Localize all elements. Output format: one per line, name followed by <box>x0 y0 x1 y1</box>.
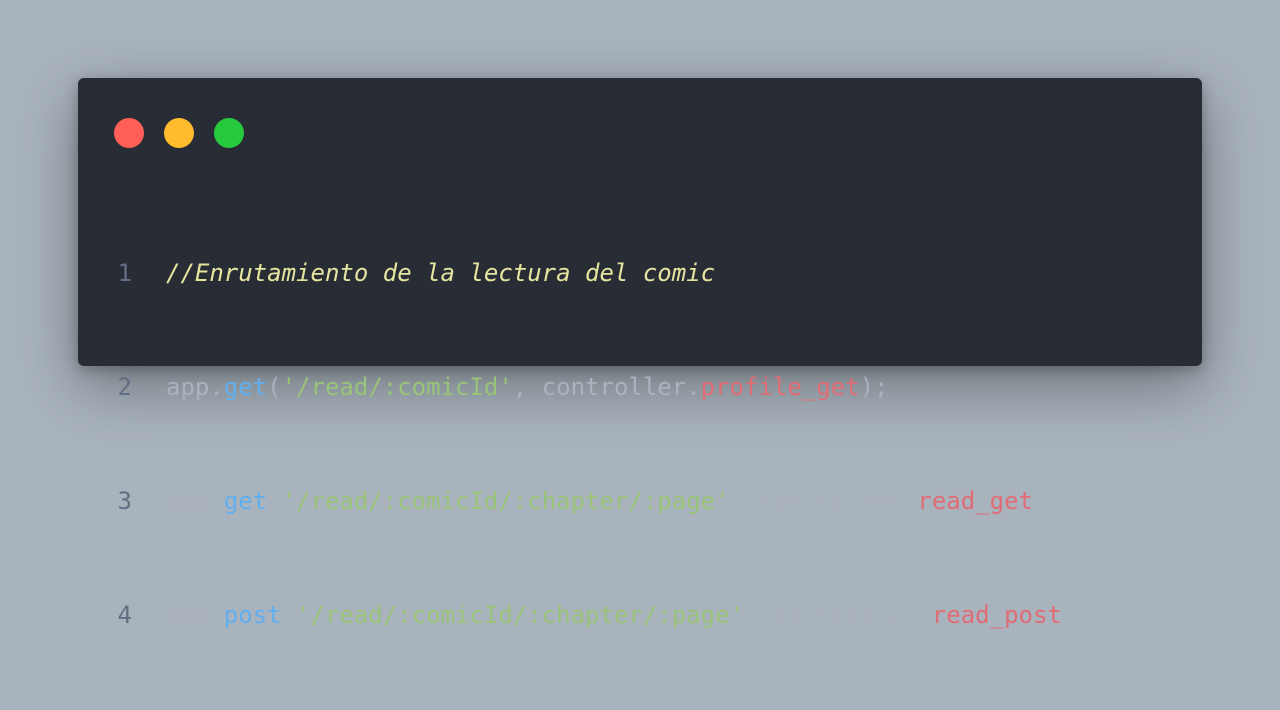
code-window: 1 //Enrutamiento de la lectura del comic… <box>78 78 1202 629</box>
code-string: '/read/:comicId' <box>281 373 513 401</box>
code-line: 3 app. get('/read/:comicId/:chapter/:page… <box>114 482 1091 520</box>
code-object: app. <box>166 487 224 515</box>
code-line: 2 app. get('/read/:comicId', controller. p… <box>114 368 1091 406</box>
code-punctuation: ); <box>859 373 889 401</box>
code-property: profile_get <box>700 373 860 401</box>
code-punctuation: ( <box>267 487 282 515</box>
code-punctuation: ); <box>1032 487 1062 515</box>
minimize-dot-icon[interactable] <box>164 118 194 148</box>
code-line: 1 //Enrutamiento de la lectura del comic <box>114 254 1091 292</box>
code-method: get <box>223 487 268 515</box>
code-object: , controller. <box>512 373 701 401</box>
line-number: 4 <box>117 601 132 629</box>
maximize-dot-icon[interactable] <box>214 118 244 148</box>
line-number: 3 <box>117 487 132 515</box>
code-object: app. <box>166 601 224 629</box>
code-method: get <box>223 373 268 401</box>
close-dot-icon[interactable] <box>114 118 144 148</box>
code-method: post <box>223 601 282 629</box>
code-property: read_get <box>917 487 1033 515</box>
code-block: 1 //Enrutamiento de la lectura del comic… <box>114 178 1091 710</box>
code-string: '/read/:comicId/:chapter/:page' <box>296 601 744 629</box>
code-line: 4 app. post('/read/:comicId/:chapter/:pag… <box>114 596 1091 634</box>
line-number: 2 <box>117 373 132 401</box>
code-object: , controller. <box>743 601 932 629</box>
code-property: read_post <box>931 601 1062 629</box>
code-string: '/read/:comicId/:chapter/:page' <box>281 487 730 515</box>
code-comment: //Enrutamiento de la lectura del comic <box>166 259 716 287</box>
line-number: 1 <box>117 259 132 287</box>
code-punctuation: ( <box>281 601 297 629</box>
code-punctuation: ); <box>1061 601 1091 629</box>
code-object: app. <box>166 373 224 401</box>
code-object: , controller. <box>729 487 918 515</box>
code-punctuation: ( <box>267 373 282 401</box>
